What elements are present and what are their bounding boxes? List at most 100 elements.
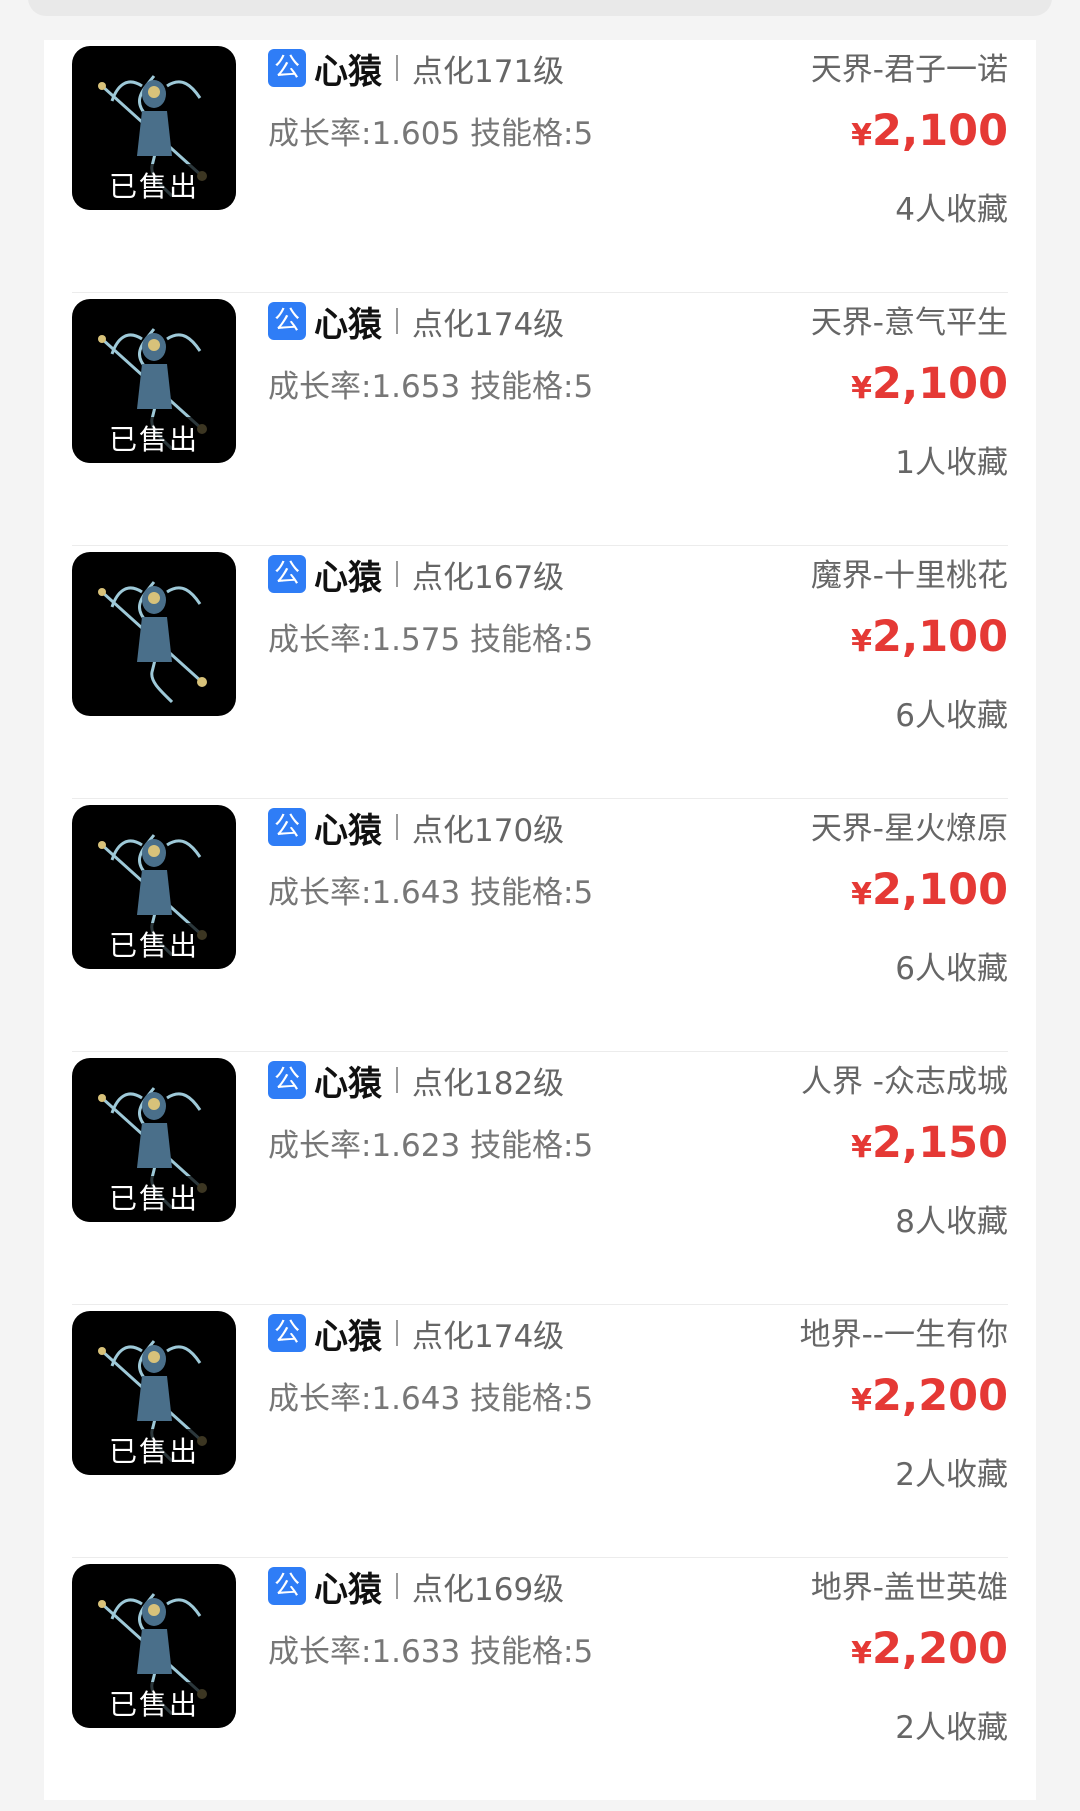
server-name: 天界-君子一诺	[810, 52, 1008, 88]
public-tag: 公	[268, 1061, 306, 1099]
pet-thumbnail[interactable]	[72, 552, 236, 716]
pet-name[interactable]: 心猿	[314, 550, 382, 599]
price-currency: ¥	[851, 877, 872, 912]
server-name: 地界--一生有你	[799, 1317, 1008, 1353]
pet-thumbnail[interactable]: 已售出	[72, 299, 236, 463]
divider	[396, 308, 398, 334]
public-tag: 公	[268, 555, 306, 593]
list-item[interactable]: 已售出 公 心猿 点化169级 成长率:1.633 技能格:5 地界-盖世英雄 …	[72, 1558, 1008, 1811]
price-amount: 2,150	[871, 1118, 1008, 1168]
server-name: 天界-星火燎原	[810, 811, 1008, 847]
pet-name[interactable]: 心猿	[314, 1056, 382, 1105]
divider	[396, 561, 398, 587]
price: ¥2,100	[851, 612, 1008, 662]
pet-name[interactable]: 心猿	[314, 297, 382, 346]
skill-slots: 技能格:5	[470, 1634, 594, 1670]
price-amount: 2,200	[871, 1371, 1008, 1421]
pet-name[interactable]: 心猿	[314, 1309, 382, 1358]
pet-attributes: 成长率:1.643 技能格:5	[268, 867, 593, 912]
price: ¥2,100	[851, 359, 1008, 409]
public-tag: 公	[268, 808, 306, 846]
pet-thumbnail[interactable]: 已售出	[72, 805, 236, 969]
price: ¥2,200	[851, 1624, 1008, 1674]
price-currency: ¥	[851, 371, 872, 406]
listing-list: 已售出 公 心猿 点化171级 成长率:1.605 技能格:5 天界-君子一诺 …	[44, 40, 1036, 1800]
favorite-count: 2人收藏	[895, 1457, 1008, 1493]
public-tag: 公	[268, 1567, 306, 1605]
growth-rate: 成长率:1.605	[268, 116, 461, 152]
server-name: 天界-意气平生	[810, 305, 1008, 341]
pet-level: 点化167级	[412, 559, 565, 596]
price-currency: ¥	[851, 1383, 872, 1418]
list-item[interactable]: 公 心猿 点化167级 成长率:1.575 技能格:5 魔界-十里桃花 ¥2,1…	[72, 546, 1008, 799]
favorite-count: 4人收藏	[895, 192, 1008, 228]
skill-slots: 技能格:5	[470, 622, 594, 658]
pet-level: 点化174级	[412, 1318, 565, 1355]
price-currency: ¥	[851, 1636, 872, 1671]
price-currency: ¥	[851, 1130, 872, 1165]
title-row: 公 心猿 点化174级	[268, 297, 565, 346]
pet-level: 点化170级	[412, 812, 565, 849]
list-item[interactable]: 已售出 公 心猿 点化182级 成长率:1.623 技能格:5 人界 -众志成城…	[72, 1052, 1008, 1305]
sold-badge: 已售出	[72, 417, 236, 463]
favorite-count: 2人收藏	[895, 1710, 1008, 1746]
pet-thumbnail[interactable]: 已售出	[72, 1564, 236, 1728]
growth-rate: 成长率:1.633	[268, 1634, 461, 1670]
divider	[396, 814, 398, 840]
growth-rate: 成长率:1.575	[268, 622, 461, 658]
title-row: 公 心猿 点化182级	[268, 1056, 565, 1105]
divider	[396, 1067, 398, 1093]
title-row: 公 心猿 点化170级	[268, 803, 565, 852]
monkey-warrior-icon	[98, 581, 207, 704]
pet-level: 点化171级	[412, 53, 565, 90]
pet-attributes: 成长率:1.605 技能格:5	[268, 108, 593, 153]
pet-attributes: 成长率:1.575 技能格:5	[268, 614, 593, 659]
list-item[interactable]: 已售出 公 心猿 点化174级 成长率:1.643 技能格:5 地界--一生有你…	[72, 1305, 1008, 1558]
public-tag: 公	[268, 1314, 306, 1352]
pet-name[interactable]: 心猿	[314, 1562, 382, 1611]
pet-level: 点化174级	[412, 306, 565, 343]
public-tag: 公	[268, 49, 306, 87]
price: ¥2,200	[851, 1371, 1008, 1421]
pet-name[interactable]: 心猿	[314, 803, 382, 852]
pet-name[interactable]: 心猿	[314, 44, 382, 93]
growth-rate: 成长率:1.653	[268, 369, 461, 405]
price: ¥2,100	[851, 106, 1008, 156]
pet-level: 点化182级	[412, 1065, 565, 1102]
price-amount: 2,100	[871, 106, 1008, 156]
divider	[396, 1320, 398, 1346]
sold-badge: 已售出	[72, 923, 236, 969]
price-amount: 2,100	[871, 865, 1008, 915]
pet-thumbnail[interactable]: 已售出	[72, 1058, 236, 1222]
title-row: 公 心猿 点化169级	[268, 1562, 564, 1611]
favorite-count: 6人收藏	[895, 951, 1008, 987]
title-row: 公 心猿 点化171级	[268, 44, 565, 93]
skill-slots: 技能格:5	[470, 875, 594, 911]
favorite-count: 8人收藏	[895, 1204, 1008, 1240]
pet-thumbnail[interactable]: 已售出	[72, 46, 236, 210]
growth-rate: 成长率:1.643	[268, 875, 461, 911]
growth-rate: 成长率:1.623	[268, 1128, 461, 1164]
title-row: 公 心猿 点化174级	[268, 1309, 565, 1358]
skill-slots: 技能格:5	[470, 116, 594, 152]
price: ¥2,100	[851, 865, 1008, 915]
top-search-bar[interactable]	[28, 0, 1052, 16]
list-item[interactable]: 已售出 公 心猿 点化170级 成长率:1.643 技能格:5 天界-星火燎原 …	[72, 799, 1008, 1052]
pet-attributes: 成长率:1.633 技能格:5	[268, 1626, 593, 1671]
public-tag: 公	[268, 302, 306, 340]
pet-thumbnail[interactable]: 已售出	[72, 1311, 236, 1475]
list-item[interactable]: 已售出 公 心猿 点化174级 成长率:1.653 技能格:5 天界-意气平生 …	[72, 293, 1008, 546]
pet-attributes: 成长率:1.623 技能格:5	[268, 1120, 593, 1165]
server-name: 魔界-十里桃花	[810, 558, 1008, 594]
price-amount: 2,100	[871, 612, 1008, 662]
pet-attributes: 成长率:1.643 技能格:5	[268, 1373, 593, 1418]
list-item[interactable]: 已售出 公 心猿 点化171级 成长率:1.605 技能格:5 天界-君子一诺 …	[72, 40, 1008, 293]
server-name: 地界-盖世英雄	[810, 1570, 1008, 1606]
favorite-count: 1人收藏	[895, 445, 1008, 481]
sold-badge: 已售出	[72, 1682, 236, 1728]
title-row: 公 心猿 点化167级	[268, 550, 565, 599]
sold-badge: 已售出	[72, 164, 236, 210]
server-name: 人界 -众志成城	[800, 1064, 1008, 1100]
price: ¥2,150	[851, 1118, 1008, 1168]
sold-badge: 已售出	[72, 1176, 236, 1222]
